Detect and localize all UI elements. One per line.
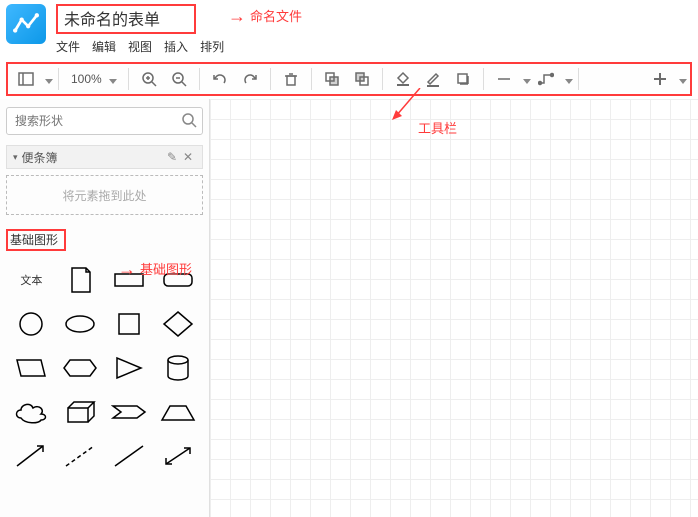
toolbar: 100% (6, 62, 692, 96)
shape-round-rect[interactable] (156, 263, 199, 297)
shape-dashed-line[interactable] (59, 439, 102, 473)
canvas[interactable] (210, 99, 698, 517)
shape-double-arrow[interactable] (156, 439, 199, 473)
search-icon[interactable] (181, 112, 197, 131)
app-icon (6, 4, 46, 44)
edit-icon[interactable]: ✎ (164, 150, 180, 164)
shadow-button[interactable] (449, 66, 477, 92)
line-color-button[interactable] (419, 66, 447, 92)
scratchpad-header[interactable]: ▾ 便条簿 ✎ ✕ (6, 145, 203, 169)
shape-cube[interactable] (59, 395, 102, 429)
scratchpad-title: 便条簿 (22, 149, 164, 166)
shape-circle[interactable] (10, 307, 53, 341)
menu-view[interactable]: 视图 (128, 38, 152, 55)
shape-triangle[interactable] (108, 351, 151, 385)
insert-dropdown[interactable] (676, 74, 686, 84)
shape-cylinder[interactable] (156, 351, 199, 385)
connection-style-button[interactable] (490, 66, 518, 92)
shape-hexagon[interactable] (59, 351, 102, 385)
shape-rect[interactable] (108, 263, 151, 297)
waypoints-dropdown[interactable] (562, 74, 572, 84)
shape-square[interactable] (108, 307, 151, 341)
to-back-button[interactable] (348, 66, 376, 92)
menu-edit[interactable]: 编辑 (92, 38, 116, 55)
scratchpad-dropzone[interactable]: 将元素拖到此处 (6, 175, 203, 215)
sidebar-toggle-button[interactable] (12, 66, 40, 92)
shape-parallelogram[interactable] (10, 351, 53, 385)
shape-ellipse[interactable] (59, 307, 102, 341)
undo-button[interactable] (206, 66, 234, 92)
document-title[interactable]: 未命名的表单 (56, 4, 196, 34)
shape-grid: 文本 (6, 259, 203, 477)
collapse-icon: ▾ (13, 152, 18, 163)
sidebar-toggle-dropdown[interactable] (42, 74, 52, 84)
delete-button[interactable] (277, 66, 305, 92)
to-front-button[interactable] (318, 66, 346, 92)
zoom-out-button[interactable] (165, 66, 193, 92)
shape-trapezoid[interactable] (156, 395, 199, 429)
shape-step[interactable] (108, 395, 151, 429)
shape-page[interactable] (59, 263, 102, 297)
basic-shapes-header[interactable]: 基础图形 (6, 229, 66, 251)
shape-arrow-line[interactable] (10, 439, 53, 473)
menu-file[interactable]: 文件 (56, 38, 80, 55)
sidebar: ▾ 便条簿 ✎ ✕ 将元素拖到此处 基础图形 文本 (0, 99, 210, 517)
shape-diamond[interactable] (156, 307, 199, 341)
zoom-dropdown[interactable]: 100% (65, 72, 122, 86)
zoom-in-button[interactable] (135, 66, 163, 92)
shape-text[interactable]: 文本 (10, 263, 53, 297)
close-icon[interactable]: ✕ (180, 150, 196, 164)
search-input[interactable] (6, 107, 203, 135)
shape-cloud[interactable] (10, 395, 53, 429)
insert-button[interactable] (646, 66, 674, 92)
redo-button[interactable] (236, 66, 264, 92)
waypoints-button[interactable] (532, 66, 560, 92)
shape-line[interactable] (108, 439, 151, 473)
menu-insert[interactable]: 插入 (164, 38, 188, 55)
connection-style-dropdown[interactable] (520, 74, 530, 84)
fill-color-button[interactable] (389, 66, 417, 92)
menu-bar: 文件 编辑 视图 插入 排列 (56, 38, 224, 55)
menu-arrange[interactable]: 排列 (200, 38, 224, 55)
